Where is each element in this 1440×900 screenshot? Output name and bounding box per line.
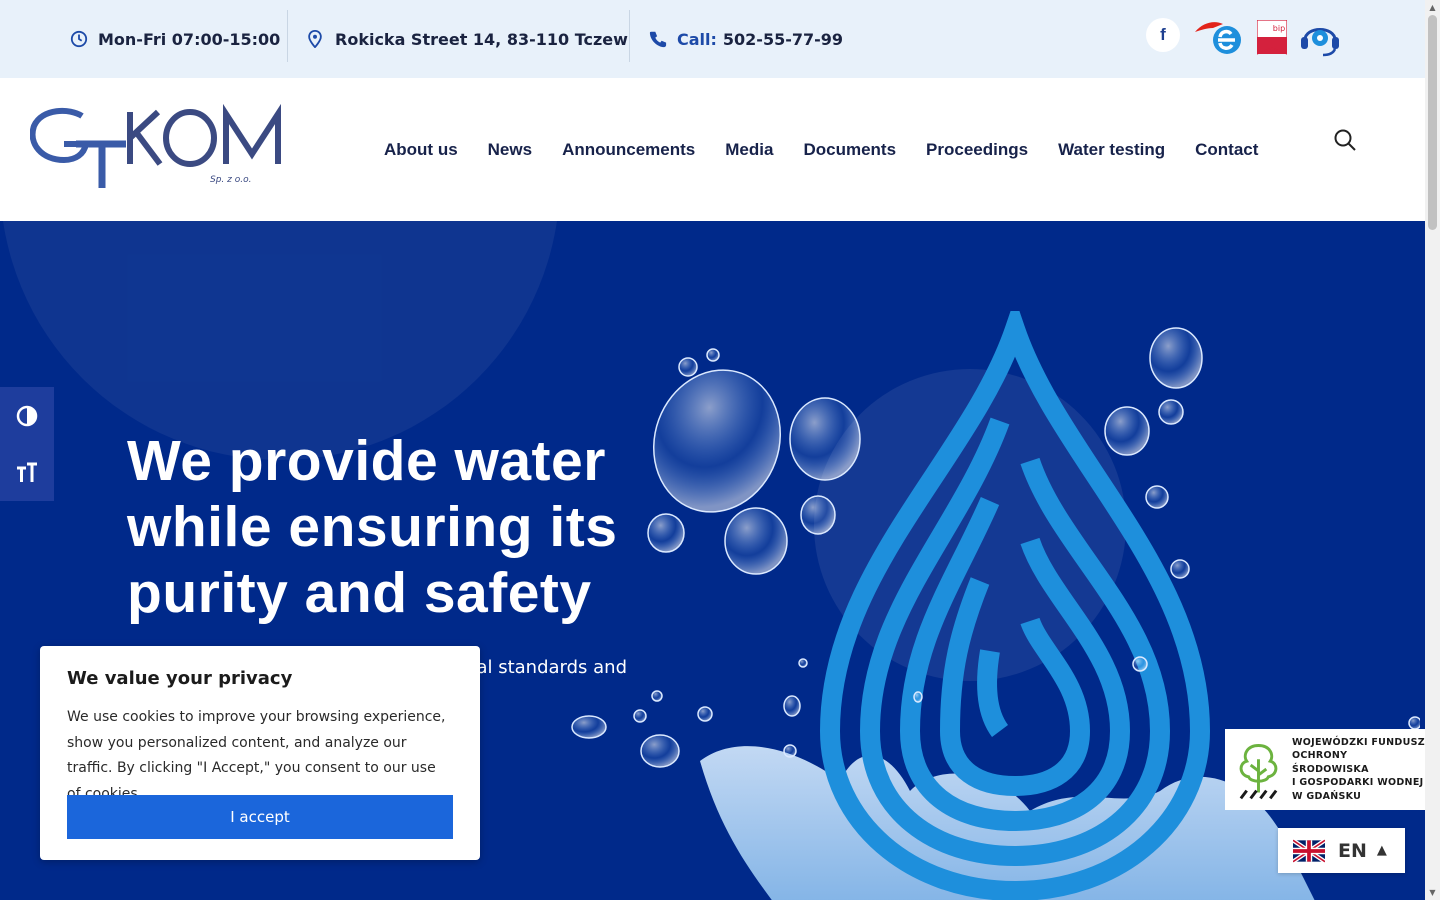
language-switcher[interactable]: EN ▲ <box>1278 828 1405 873</box>
nav-announcements[interactable]: Announcements <box>547 140 710 160</box>
scroll-up-arrow-icon[interactable]: ▲ <box>1425 0 1440 15</box>
accessibility-toolbar <box>0 387 54 501</box>
chevron-up-icon: ▲ <box>1376 843 1387 858</box>
nav-news[interactable]: News <box>473 140 547 160</box>
search-icon[interactable] <box>1333 128 1357 156</box>
fund-name: WOJEWÓDZKI FUNDUSZ OCHRONY ŚRODOWISKA I … <box>1291 736 1425 802</box>
water-drop-illustration <box>571 311 1420 900</box>
gtkom-logo[interactable]: Sp. z o.o. <box>29 103 300 194</box>
uk-flag-icon <box>1293 838 1325 863</box>
site-header: Sp. z o.o. About us News Announcements M… <box>0 78 1425 221</box>
phone-link[interactable]: Call: 502-55-77-99 <box>649 0 843 78</box>
wfosigw-badge[interactable]: WOJEWÓDZKI FUNDUSZ OCHRONY ŚRODOWISKA I … <box>1225 729 1425 810</box>
scrollbar-thumb[interactable] <box>1428 15 1437 230</box>
tree-logo-icon <box>1239 743 1278 799</box>
nav-water-testing[interactable]: Water testing <box>1043 140 1180 160</box>
svg-text:Sp. z o.o.: Sp. z o.o. <box>210 175 251 185</box>
divider <box>629 10 630 62</box>
nav-documents[interactable]: Documents <box>788 140 911 160</box>
address-text: Rokicka Street 14, 83-110 Tczew <box>335 29 628 49</box>
scrollbar[interactable]: ▲ ▼ <box>1425 0 1440 900</box>
svg-text:bip: bip <box>1273 24 1285 33</box>
bip-icon[interactable]: bip <box>1257 20 1287 56</box>
hero-headline: We provide water while ensuring its puri… <box>127 429 618 625</box>
accept-cookies-button[interactable]: I accept <box>67 795 453 839</box>
epuap-icon[interactable] <box>1193 18 1243 58</box>
opening-hours: Mon-Fri 07:00-15:00 <box>70 0 280 78</box>
cookie-body-text: We use cookies to improve your browsing … <box>67 709 446 776</box>
phone-icon <box>649 31 667 48</box>
divider <box>287 10 288 62</box>
cookie-title: We value your privacy <box>67 668 293 689</box>
phone-number: 502-55-77-99 <box>722 29 844 49</box>
nav-media[interactable]: Media <box>710 140 788 160</box>
font-size-icon[interactable] <box>0 444 54 501</box>
contrast-icon[interactable] <box>0 387 54 444</box>
language-code: EN <box>1338 839 1367 862</box>
facebook-icon[interactable]: f <box>1146 18 1180 52</box>
cookie-body: We use cookies to improve your browsing … <box>67 705 453 807</box>
main-nav: About us News Announcements Media Docume… <box>369 78 1273 221</box>
top-info-bar: Mon-Fri 07:00-15:00 Rokicka Street 14, 8… <box>0 0 1425 78</box>
nav-proceedings[interactable]: Proceedings <box>911 140 1043 160</box>
opening-hours-text: Mon-Fri 07:00-15:00 <box>98 29 281 49</box>
cookie-consent-dialog: We value your privacy We use cookies to … <box>40 646 480 860</box>
scroll-down-arrow-icon[interactable]: ▼ <box>1425 885 1440 900</box>
address: Rokicka Street 14, 83-110 Tczew <box>307 0 628 78</box>
nav-contact[interactable]: Contact <box>1180 140 1273 160</box>
nav-about-us[interactable]: About us <box>369 140 473 160</box>
clock-icon <box>70 30 88 48</box>
call-label: Call: <box>677 29 717 49</box>
decor-circle <box>0 221 560 460</box>
location-pin-icon <box>308 30 322 48</box>
customer-service-icon[interactable] <box>1299 18 1341 58</box>
